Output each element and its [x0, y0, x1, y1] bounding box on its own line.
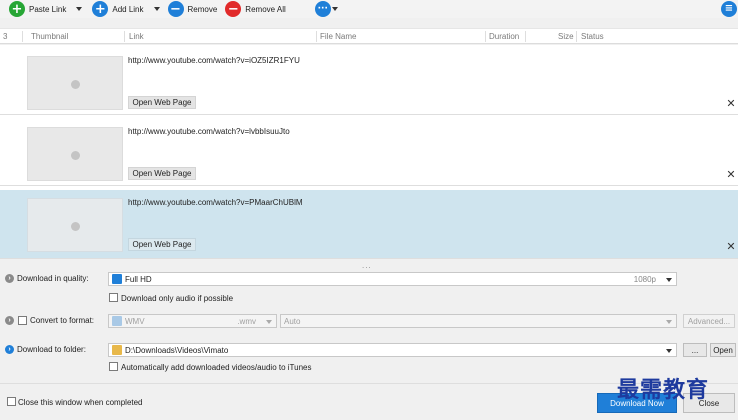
- list-item[interactable]: http://www.youtube.com/watch?v=PMaarChUB…: [0, 190, 738, 259]
- browse-button[interactable]: ...: [683, 343, 707, 357]
- column-thumbnail[interactable]: Thumbnail: [31, 32, 68, 41]
- menu-icon[interactable]: ≡: [721, 1, 737, 17]
- more-icon: ···: [314, 1, 331, 17]
- column-separator: [525, 31, 526, 42]
- remove-all-button[interactable]: − Remove All: [225, 1, 286, 17]
- item-link: http://www.youtube.com/watch?v=PMaarChUB…: [128, 198, 303, 207]
- info-icon[interactable]: ›: [5, 274, 14, 283]
- list-item[interactable]: http://www.youtube.com/watch?v=iOZ5IZR1F…: [0, 48, 738, 115]
- column-file-name[interactable]: File Name: [320, 32, 356, 41]
- close-when-done-checkbox[interactable]: [7, 397, 16, 406]
- plus-icon: +: [92, 1, 109, 17]
- splitter-handle[interactable]: ...: [362, 261, 372, 270]
- chevron-down-icon: [666, 320, 672, 324]
- watermark: 最需教育: [617, 378, 710, 403]
- advanced-button[interactable]: Advanced...: [683, 314, 735, 328]
- placeholder-icon: [71, 222, 80, 231]
- video-icon: [112, 274, 122, 284]
- remove-all-label: Remove All: [245, 4, 286, 14]
- info-icon[interactable]: ›: [5, 345, 14, 354]
- column-separator: [485, 31, 486, 42]
- convert-checkbox[interactable]: [18, 316, 27, 325]
- column-separator: [576, 31, 577, 42]
- audio-only-checkbox[interactable]: [109, 293, 118, 302]
- placeholder-icon: [71, 151, 80, 160]
- item-count: 3: [3, 32, 8, 41]
- quality-select[interactable]: Full HD 1080p: [108, 272, 677, 286]
- thumbnail: [27, 56, 123, 110]
- format-value: WMV: [125, 316, 145, 326]
- list-item[interactable]: http://www.youtube.com/watch?v=lvbbIsuuJ…: [0, 119, 738, 186]
- placeholder-icon: [71, 80, 80, 89]
- column-link[interactable]: Link: [129, 32, 144, 41]
- remove-label: Remove: [187, 4, 218, 14]
- video-icon: [112, 316, 122, 326]
- format-quality-select[interactable]: Auto: [280, 314, 677, 328]
- quality-value: Full HD: [125, 274, 152, 284]
- chevron-down-icon[interactable]: [76, 7, 83, 11]
- folder-label: Download to folder:: [17, 345, 86, 354]
- plus-icon: +: [9, 1, 25, 17]
- more-menu-button[interactable]: ···: [314, 1, 338, 17]
- quality-label: Download in quality:: [17, 274, 89, 283]
- format-extension: .wmv: [237, 316, 256, 326]
- column-separator: [22, 31, 23, 42]
- close-icon[interactable]: ✕: [725, 241, 737, 253]
- folder-icon: [112, 345, 122, 355]
- minus-icon: −: [225, 1, 242, 17]
- format-select[interactable]: WMV .wmv: [108, 314, 277, 328]
- chevron-down-icon[interactable]: [153, 7, 160, 11]
- chevron-down-icon: [266, 320, 272, 324]
- paste-link-label: Paste Link: [29, 4, 67, 14]
- info-icon[interactable]: ›: [5, 316, 14, 325]
- itunes-label: Automatically add downloaded videos/audi…: [121, 363, 312, 372]
- close-when-done-label: Close this window when completed: [18, 398, 143, 407]
- chevron-down-icon: [331, 7, 338, 11]
- open-web-page-button[interactable]: Open Web Page: [128, 238, 196, 251]
- column-separator: [316, 31, 317, 42]
- column-duration[interactable]: Duration: [489, 32, 519, 41]
- column-separator: [124, 31, 125, 42]
- folder-select[interactable]: D:\Downloads\Videos\Vimato: [108, 343, 677, 357]
- open-web-page-button[interactable]: Open Web Page: [128, 96, 196, 109]
- item-link: http://www.youtube.com/watch?v=iOZ5IZR1F…: [128, 56, 300, 65]
- paste-link-button[interactable]: + Paste Link: [9, 1, 83, 17]
- add-link-button[interactable]: + Add Link: [92, 1, 160, 17]
- add-link-label: Add Link: [112, 4, 144, 14]
- format-auto-value: Auto: [284, 316, 301, 326]
- chevron-down-icon: [666, 349, 672, 353]
- thumbnail: [27, 127, 123, 181]
- itunes-checkbox[interactable]: [109, 362, 118, 371]
- column-size[interactable]: Size: [558, 32, 574, 41]
- item-link: http://www.youtube.com/watch?v=lvbbIsuuJ…: [128, 127, 290, 136]
- close-icon[interactable]: ✕: [725, 169, 737, 181]
- open-folder-button[interactable]: Open: [710, 343, 736, 357]
- open-web-page-button[interactable]: Open Web Page: [128, 167, 196, 180]
- close-icon[interactable]: ✕: [725, 98, 737, 110]
- list-header: 3 Thumbnail Link File Name Duration Size…: [0, 28, 738, 44]
- toolbar: + Paste Link + Add Link − Remove − Remov…: [0, 0, 738, 18]
- audio-only-label: Download only audio if possible: [121, 294, 234, 303]
- download-list: http://www.youtube.com/watch?v=iOZ5IZR1F…: [0, 45, 738, 259]
- folder-value: D:\Downloads\Videos\Vimato: [125, 345, 229, 355]
- chevron-down-icon: [666, 278, 672, 282]
- minus-icon: −: [167, 1, 184, 17]
- thumbnail: [27, 198, 123, 252]
- remove-button[interactable]: − Remove: [167, 1, 218, 17]
- quality-resolution: 1080p: [633, 274, 656, 284]
- convert-label: Convert to format:: [30, 316, 95, 325]
- column-status[interactable]: Status: [581, 32, 604, 41]
